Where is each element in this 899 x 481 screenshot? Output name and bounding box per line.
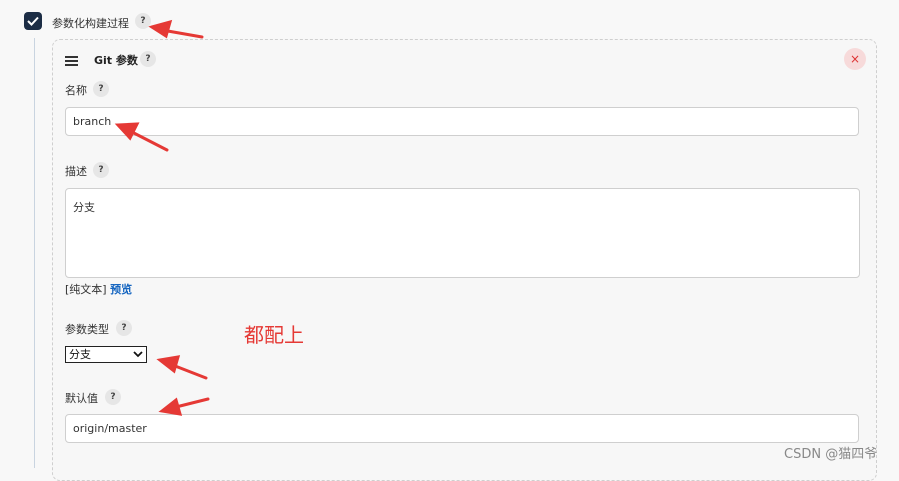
watermark: CSDN @猫四爷 bbox=[784, 447, 878, 462]
red-arrow-icon bbox=[114, 19, 210, 416]
